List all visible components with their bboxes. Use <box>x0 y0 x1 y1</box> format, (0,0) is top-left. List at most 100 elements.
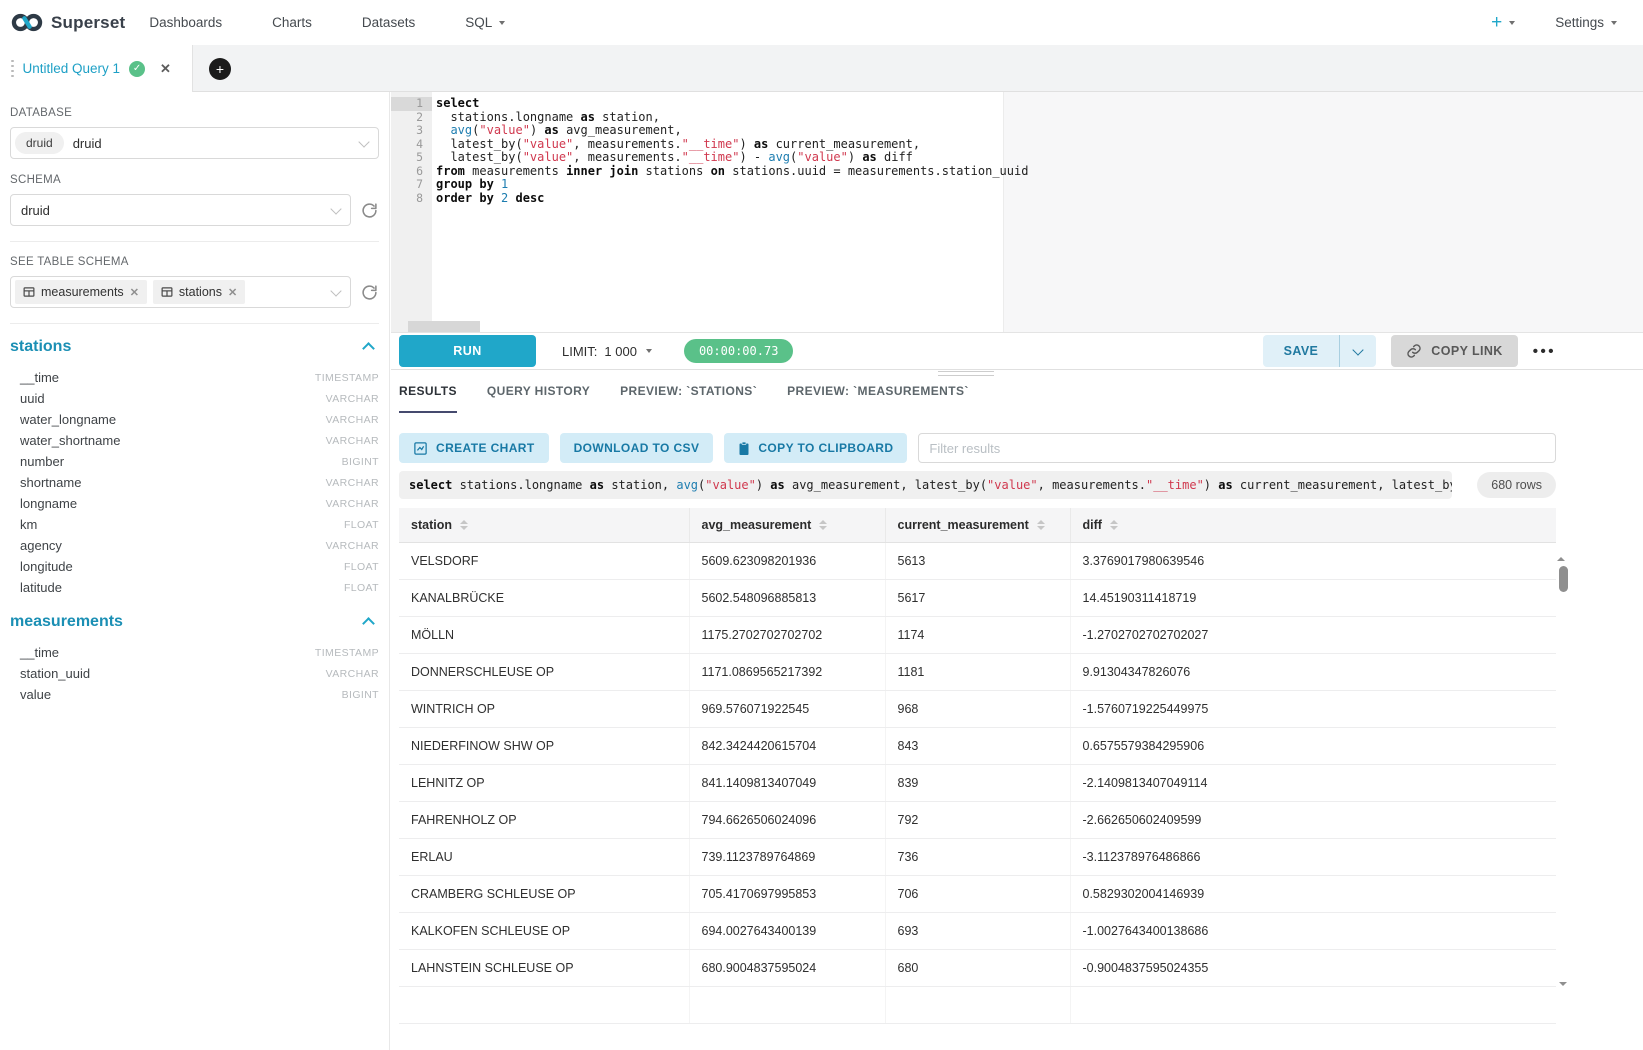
refresh-schema-icon[interactable] <box>361 201 379 219</box>
table-cell: 841.1409813407049 <box>689 764 885 801</box>
schema-column-row: __timeTIMESTAMP <box>10 367 379 388</box>
code-token <box>494 191 501 205</box>
sql-lab-main: 12345678 select stations.longname as sta… <box>391 92 1643 1050</box>
code-token: ) <box>530 123 544 137</box>
results-tab-preview-stations[interactable]: PREVIEW: `STATIONS` <box>620 384 757 413</box>
nav-item-charts[interactable]: Charts <box>272 15 312 30</box>
code-token: as <box>581 110 595 124</box>
nav-item-sql[interactable]: SQL <box>465 15 505 30</box>
save-options-button[interactable] <box>1339 335 1376 367</box>
close-tab-icon[interactable]: ✕ <box>160 61 171 77</box>
database-label: DATABASE <box>10 107 379 119</box>
column-header-avg_measurement[interactable]: avg_measurement <box>689 508 885 542</box>
results-scrollbar[interactable] <box>1557 540 1570 986</box>
results-table: station avg_measurementcurrent_measuremen… <box>399 508 1556 1024</box>
scroll-down-icon[interactable] <box>1559 982 1567 986</box>
database-select[interactable]: druid druid <box>10 127 379 159</box>
table-name: measurements <box>10 613 123 631</box>
drag-grip-icon[interactable] <box>11 60 14 78</box>
table-cell: MÖLLN <box>399 616 689 653</box>
remove-tag-icon[interactable]: ✕ <box>228 286 237 299</box>
brand[interactable]: Superset <box>0 11 125 34</box>
code-token: ) <box>756 478 770 492</box>
table-cell: WINTRICH OP <box>399 690 689 727</box>
table-cell: 5609.623098201936 <box>689 542 885 579</box>
nav-item-datasets[interactable]: Datasets <box>362 15 415 30</box>
caret-down-icon <box>1611 21 1617 25</box>
table-cell: 0.6575579384295906 <box>1070 727 1556 764</box>
results-tab-results[interactable]: RESULTS <box>399 384 457 413</box>
editor-code[interactable]: select stations.longname as station, avg… <box>432 92 1643 332</box>
column-header-current_measurement[interactable]: current_measurement <box>885 508 1070 542</box>
schema-tables: stations__timeTIMESTAMPuuidVARCHARwater_… <box>10 338 379 705</box>
editor-gutter: 12345678 <box>391 92 432 332</box>
table-cell: -2.662650602409599 <box>1070 801 1556 838</box>
results-tab-preview-measurements[interactable]: PREVIEW: `MEASUREMENTS` <box>787 384 969 413</box>
table-cell: 1171.0869565217392 <box>689 653 885 690</box>
query-preview: select stations.longname as station, avg… <box>399 471 1452 499</box>
table-cell: 5613 <box>885 542 1070 579</box>
column-header-label: station <box>411 518 452 532</box>
results-pane: RESULTS QUERY HISTORY PREVIEW: `STATIONS` P… <box>391 371 1564 1050</box>
table-cell: 739.1123789764869 <box>689 838 885 875</box>
column-header-diff[interactable]: diff <box>1070 508 1556 542</box>
scroll-thumb[interactable] <box>1559 566 1568 592</box>
table-tag-stations[interactable]: stations ✕ <box>153 280 245 304</box>
table-cell: KANALBRÜCKE <box>399 579 689 616</box>
table-cell: 680 <box>885 949 1070 986</box>
create-chart-button[interactable]: CREATE CHART <box>399 433 549 463</box>
schema-select[interactable]: druid <box>10 194 351 226</box>
column-name: agency <box>20 538 62 553</box>
table-row: NIEDERFINOW SHW OP842.34244206157048430.… <box>399 727 1556 764</box>
new-item-menu[interactable]: + <box>1491 12 1515 34</box>
column-type: BIGINT <box>342 689 379 701</box>
table-cell: 1181 <box>885 653 1070 690</box>
schema-column-row: shortnameVARCHAR <box>10 472 379 493</box>
column-type: VARCHAR <box>326 414 379 426</box>
sql-lab-sidebar: DATABASE druid druid SCHEMA druid SEE TA… <box>0 92 390 1050</box>
add-tab-button[interactable]: + <box>209 58 231 80</box>
row-count-badge: 680 rows <box>1477 472 1556 498</box>
column-name: water_shortname <box>20 433 120 448</box>
refresh-tables-icon[interactable] <box>361 283 379 301</box>
gutter-line-number: 6 <box>391 165 432 179</box>
table-tag-measurements[interactable]: measurements ✕ <box>15 280 147 304</box>
table-cell: NIEDERFINOW SHW OP <box>399 727 689 764</box>
copy-link-button[interactable]: COPY LINK <box>1391 335 1517 367</box>
table-row: LAHNSTEIN SCHLEUSE OP680.900483759502468… <box>399 949 1556 986</box>
filter-results-input[interactable] <box>918 433 1556 463</box>
code-token: "value" <box>987 478 1038 492</box>
code-token: "__time" <box>682 150 740 164</box>
run-button[interactable]: RUN <box>399 335 536 367</box>
copy-clipboard-button[interactable]: COPY TO CLIPBOARD <box>724 433 907 463</box>
column-type: VARCHAR <box>326 435 379 447</box>
settings-menu[interactable]: Settings <box>1555 15 1617 30</box>
table-cell: LEHNITZ OP <box>399 764 689 801</box>
more-actions-button[interactable]: ••• <box>1533 343 1556 360</box>
scroll-up-icon[interactable] <box>1557 540 1565 561</box>
column-name: latitude <box>20 580 62 595</box>
code-token <box>436 123 450 137</box>
limit-dropdown[interactable]: LIMIT: 1 000 <box>562 344 652 359</box>
results-table-body: VELSDORF5609.62309820193656133.376901798… <box>399 542 1556 1023</box>
code-token: desc <box>516 191 545 205</box>
code-token: "value" <box>797 150 848 164</box>
sql-editor[interactable]: 12345678 select stations.longname as sta… <box>391 92 1643 333</box>
table-section-header[interactable]: stations <box>10 338 379 356</box>
table-select[interactable]: measurements ✕ stations ✕ <box>10 276 351 308</box>
save-button[interactable]: SAVE <box>1263 335 1340 367</box>
column-name: __time <box>20 370 59 385</box>
table-row: ERLAU739.1123789764869736-3.112378976486… <box>399 838 1556 875</box>
editor-hscrollbar[interactable] <box>408 321 480 332</box>
column-header-station[interactable]: station <box>399 508 689 542</box>
results-tab-query-history[interactable]: QUERY HISTORY <box>487 384 590 413</box>
superset-logo-icon <box>10 11 44 34</box>
download-csv-button[interactable]: DOWNLOAD TO CSV <box>560 433 714 463</box>
nav-item-dashboards[interactable]: Dashboards <box>149 15 222 30</box>
query-tab-active[interactable]: Untitled Query 1 ✓ ✕ <box>0 45 193 92</box>
table-cell: 839 <box>885 764 1070 801</box>
table-cell: -1.5760719225449975 <box>1070 690 1556 727</box>
column-name: number <box>20 454 64 469</box>
table-section-header[interactable]: measurements <box>10 613 379 631</box>
remove-tag-icon[interactable]: ✕ <box>130 286 139 299</box>
